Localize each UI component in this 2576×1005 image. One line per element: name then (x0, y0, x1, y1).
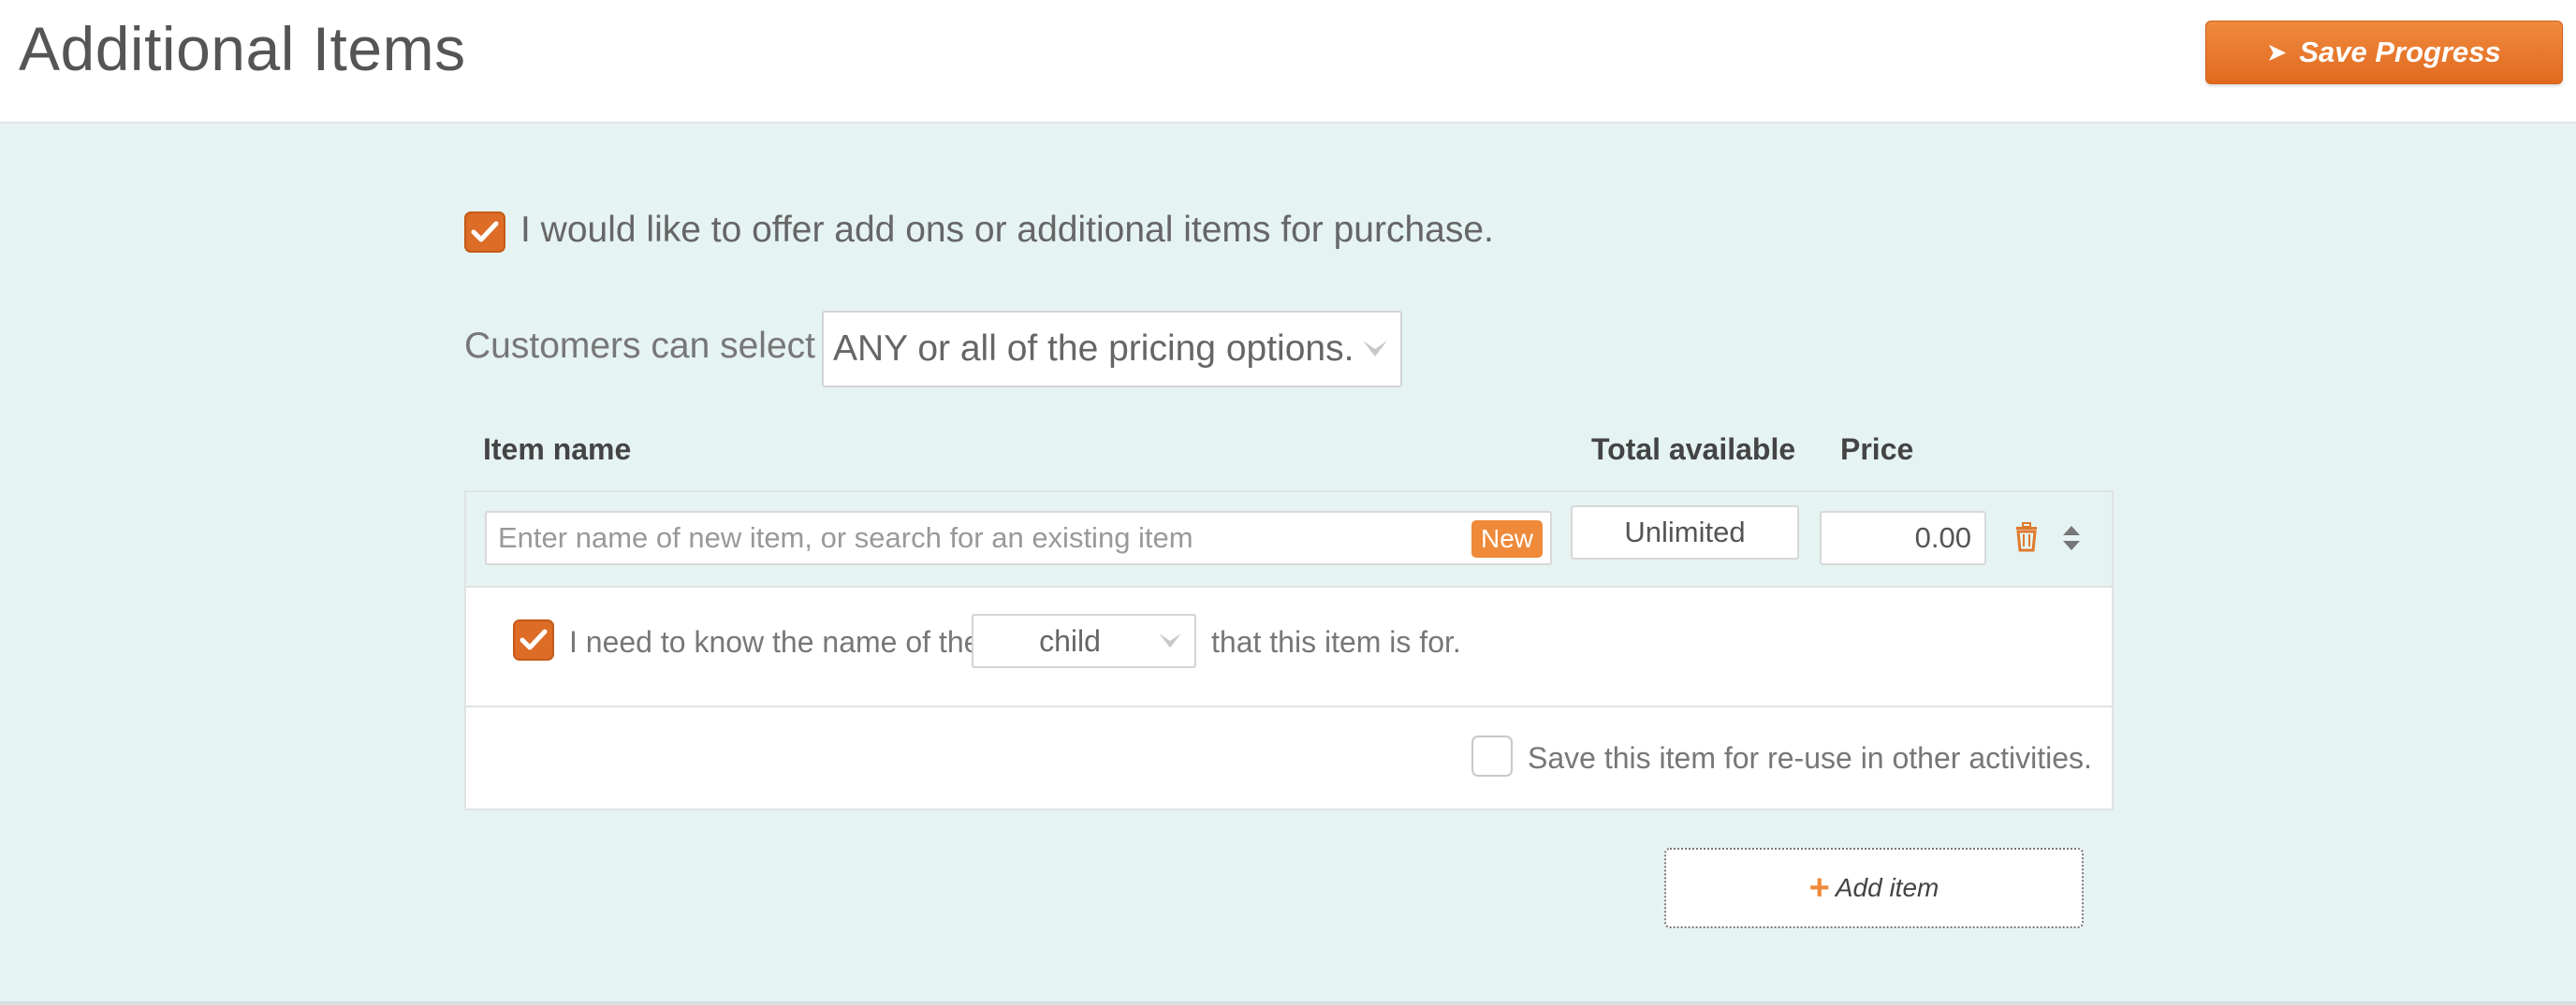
need-child-name-checkbox[interactable] (513, 619, 554, 661)
item-row: Enter name of new item, or search for an… (466, 492, 2112, 588)
column-header-item-name: Item name (483, 432, 632, 466)
person-type-value: child (1039, 623, 1101, 658)
reuse-row: Save this item for re-use in other activ… (466, 707, 2112, 810)
item-name-input[interactable]: Enter name of new item, or search for an… (485, 511, 1552, 565)
checkmark-icon (520, 629, 548, 650)
price-input[interactable]: 0.00 (1820, 511, 1986, 565)
need-name-prefix-label: I need to know the name of the (569, 625, 981, 659)
page-header: Additional Items ➤ Save Progress (0, 0, 2576, 124)
save-progress-label: Save Progress (2299, 36, 2501, 68)
offer-addons-checkbox[interactable] (464, 211, 505, 253)
column-header-total-available: Total available (1591, 432, 1796, 466)
customers-can-select-label: Customers can select (464, 326, 815, 366)
save-for-reuse-checkbox[interactable] (1471, 736, 1513, 777)
item-options-row: I need to know the name of the child tha… (466, 586, 2112, 707)
add-item-label: Add item (1835, 873, 1939, 902)
need-name-suffix-label: that this item is for. (1211, 625, 1461, 659)
main-panel: I would like to offer add ons or additio… (0, 124, 2576, 1005)
checkmark-icon (471, 221, 499, 242)
item-card: Enter name of new item, or search for an… (464, 490, 2114, 810)
new-badge: New (1471, 520, 1543, 558)
reorder-icon[interactable] (2061, 524, 2082, 552)
trash-icon[interactable] (2014, 522, 2039, 552)
save-progress-button[interactable]: ➤ Save Progress (2205, 21, 2563, 84)
page-title: Additional Items (19, 14, 466, 83)
arrow-right-icon: ➤ (2267, 39, 2287, 66)
save-for-reuse-label: Save this item for re-use in other activ… (1528, 741, 2092, 775)
column-header-price: Price (1840, 432, 1914, 466)
pricing-options-select[interactable]: ANY or all of the pricing options. (822, 311, 1402, 387)
plus-icon: + (1808, 868, 1830, 908)
chevron-down-icon (1159, 633, 1181, 648)
offer-addons-label: I would like to offer add ons or additio… (520, 210, 1494, 250)
chevron-down-icon (1363, 341, 1387, 357)
total-available-input[interactable]: Unlimited (1571, 505, 1799, 560)
pricing-options-value: ANY or all of the pricing options. (833, 328, 1354, 369)
item-name-placeholder: Enter name of new item, or search for an… (498, 521, 1193, 554)
person-type-select[interactable]: child (972, 614, 1196, 668)
add-item-button[interactable]: + Add item (1664, 848, 2084, 928)
